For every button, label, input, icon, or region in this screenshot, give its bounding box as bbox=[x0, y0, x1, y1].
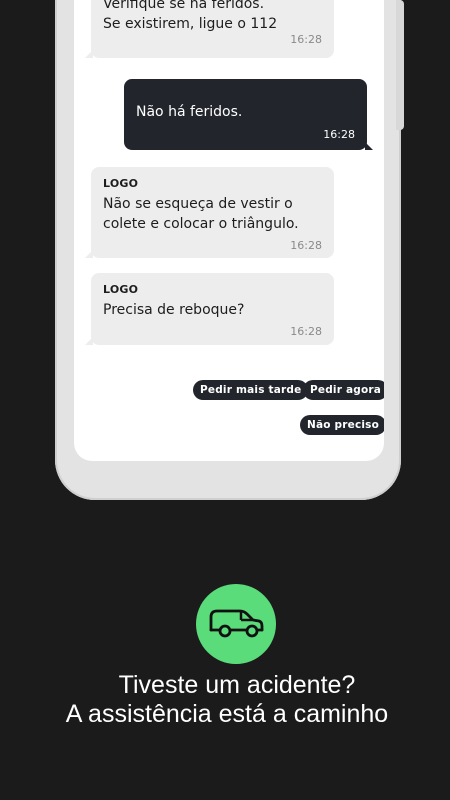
bubble-tail bbox=[85, 250, 93, 258]
chat-screen[interactable]: Verifique se há feridos. Se existirem, l… bbox=[74, 0, 384, 461]
bubble-tail bbox=[85, 50, 93, 58]
message-sender: LOGO bbox=[103, 177, 139, 190]
message-time: 16:28 bbox=[323, 128, 355, 141]
message-text: Verifique se há feridos. Se existirem, l… bbox=[103, 0, 322, 34]
message-bubble-incoming: LOGO Precisa de reboque? 16:28 bbox=[85, 273, 334, 345]
message-line: Se existirem, ligue o 112 bbox=[103, 16, 278, 32]
message-text: Não há feridos. bbox=[136, 102, 355, 122]
bubble-tail bbox=[365, 142, 373, 150]
message-text: Não se esqueça de vestir o colete e colo… bbox=[103, 194, 322, 234]
message-bubble-outgoing: Não há feridos. 16:28 bbox=[124, 79, 373, 150]
quick-reply-later-button[interactable]: Pedir mais tarde bbox=[193, 380, 309, 400]
car-badge bbox=[196, 584, 276, 664]
promo-headline-line2: A assistência está a caminho bbox=[65, 700, 389, 728]
message-time: 16:28 bbox=[290, 239, 322, 252]
message-time: 16:28 bbox=[290, 33, 322, 46]
message-bubble-incoming: LOGO Não se esqueça de vestir o colete e… bbox=[85, 167, 334, 258]
message-text: Precisa de reboque? bbox=[103, 300, 322, 320]
message-bubble-incoming: Verifique se há feridos. Se existirem, l… bbox=[85, 0, 334, 58]
message-sender: LOGO bbox=[103, 283, 139, 296]
message-line: Verifique se há feridos. bbox=[103, 0, 265, 12]
message-line: Não há feridos. bbox=[136, 104, 243, 120]
message-line: Não se esqueça de vestir o bbox=[103, 196, 293, 212]
promo-headline-line1: Tiveste um acidente? bbox=[118, 671, 356, 699]
message-line: colete e colocar o triângulo. bbox=[103, 216, 299, 232]
quick-reply-not-needed-button[interactable]: Não preciso bbox=[300, 415, 384, 435]
message-line: Precisa de reboque? bbox=[103, 302, 245, 318]
message-time: 16:28 bbox=[290, 325, 322, 338]
quick-reply-now-button[interactable]: Pedir agora bbox=[303, 380, 384, 400]
phone-side-button bbox=[396, 0, 404, 130]
bubble-tail bbox=[85, 337, 93, 345]
